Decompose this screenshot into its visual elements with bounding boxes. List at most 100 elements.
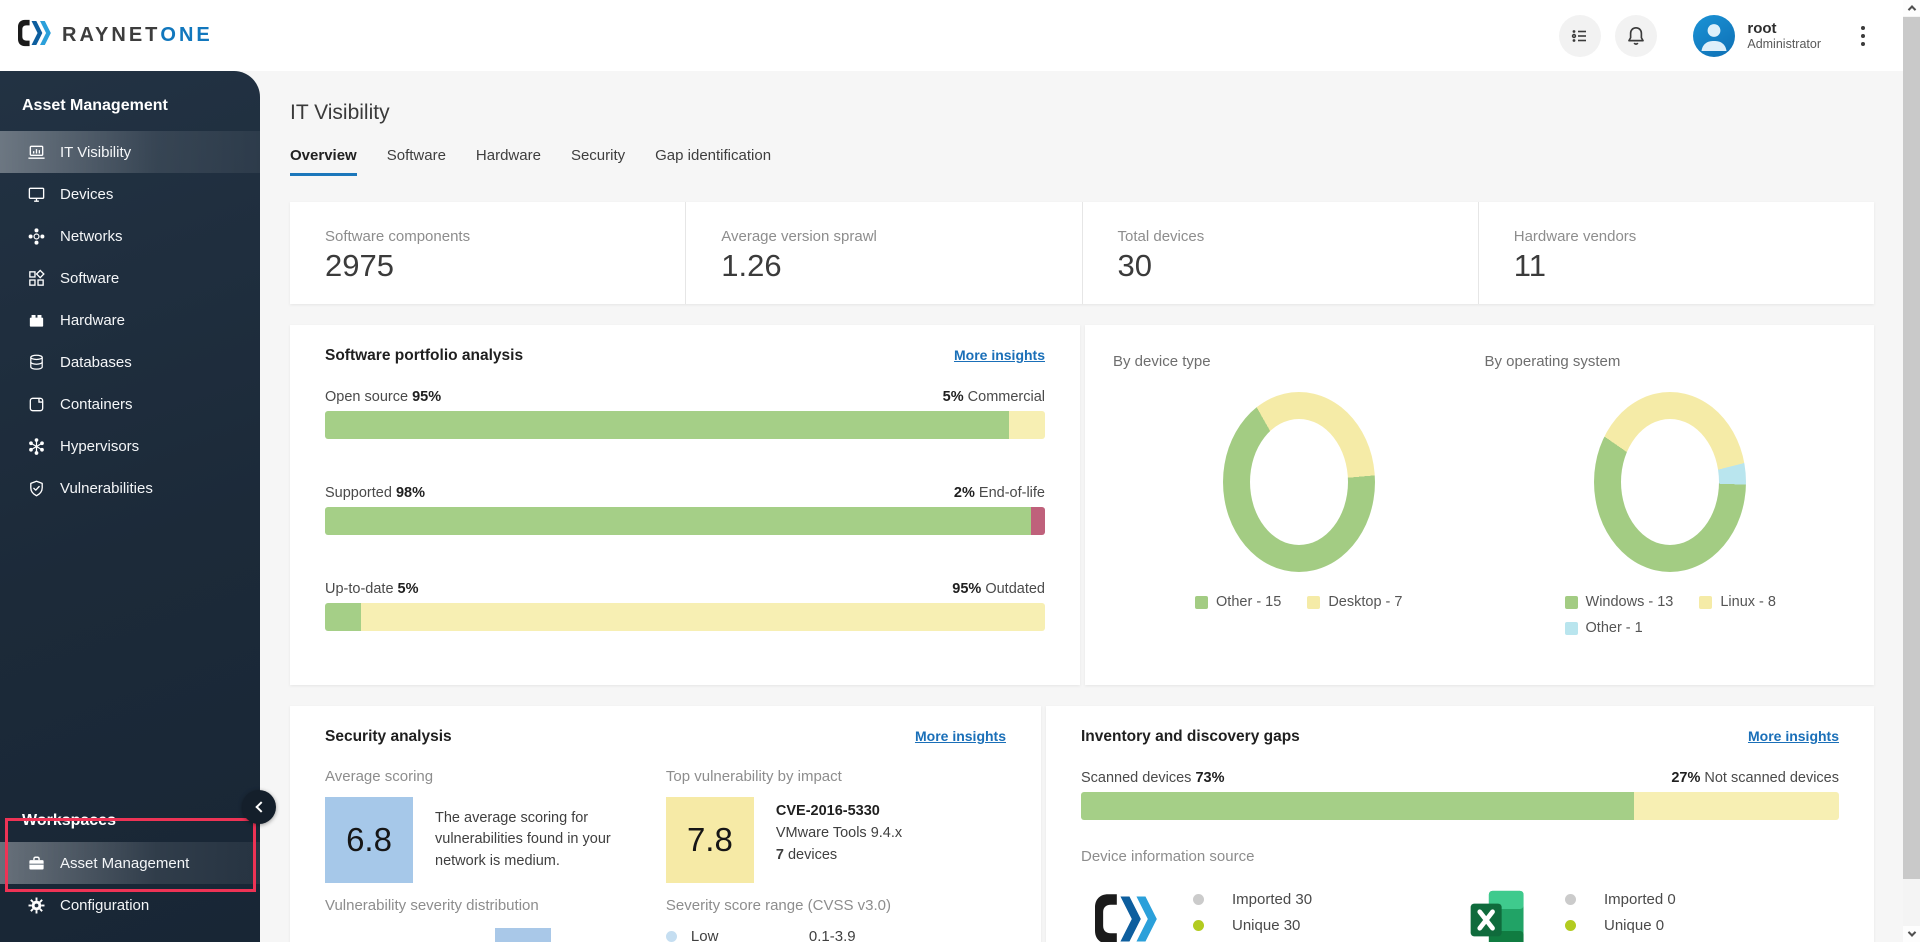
user-menu[interactable]: root Administrator [1693, 15, 1821, 57]
page-scrollbar [1903, 0, 1920, 942]
sidebar-collapse-button[interactable] [242, 790, 276, 824]
more-options-button[interactable] [1851, 20, 1875, 52]
vulnerabilities-shield-icon [26, 478, 46, 498]
workspaces-title: Workspaces [0, 798, 260, 842]
main-content: IT Visibility Overview Software Hardware… [260, 71, 1903, 942]
tab-software[interactable]: Software [387, 147, 446, 176]
up-to-date-bar [325, 603, 1045, 631]
sidebar-item-hypervisors[interactable]: Hypervisors [0, 425, 260, 467]
sidebar-item-containers[interactable]: Containers [0, 383, 260, 425]
severity-legend: Low 0.1-3.9 Medium 4.0-6.9 [666, 924, 1006, 942]
excel-logo-icon [1467, 889, 1531, 942]
open-source-bar [325, 411, 1045, 439]
card-title: Software portfolio analysis [325, 347, 523, 365]
source-row: Imported 30 [1193, 891, 1312, 908]
workspace-item-label: Configuration [60, 897, 149, 914]
chevron-left-icon [255, 801, 266, 812]
sidebar-item-label: Networks [60, 228, 123, 245]
sidebar-item-label: IT Visibility [60, 144, 131, 161]
scanned-devices-bar [1081, 792, 1839, 820]
sidebar-item-networks[interactable]: Networks [0, 215, 260, 257]
brand-logo[interactable]: RAYNETONE [18, 17, 213, 54]
brand-name: RAYNETONE [62, 24, 213, 47]
cve-device-count: 7 devices [776, 845, 902, 867]
top-vulnerability-label: Top vulnerability by impact [666, 768, 1006, 785]
scroll-down-arrow[interactable] [1903, 926, 1920, 942]
os-donut [1594, 392, 1746, 572]
card-title: Inventory and discovery gaps [1081, 728, 1300, 746]
device-sources: Imported 30 Unique 30 [1081, 889, 1839, 942]
source-row: Unique 30 [1193, 917, 1312, 934]
average-score-description: The average scoring for vulnerabilities … [435, 808, 640, 871]
scroll-up-arrow[interactable] [1903, 0, 1920, 16]
topbar: RAYNETONE [0, 0, 1903, 71]
cve-id: CVE-2016-5330 [776, 801, 902, 823]
scrollbar-thumb[interactable] [1903, 17, 1920, 879]
more-insights-link[interactable]: More insights [915, 728, 1006, 744]
software-icon [26, 268, 46, 288]
by-operating-system-chart: By operating system Windows - 13 Linux -… [1485, 325, 1875, 685]
hardware-icon [26, 310, 46, 330]
sidebar-item-databases[interactable]: Databases [0, 341, 260, 383]
sidebar: Asset Management IT Visibility Devices N… [0, 71, 260, 942]
more-insights-link[interactable]: More insights [954, 347, 1045, 363]
tab-hardware[interactable]: Hardware [476, 147, 541, 176]
device-charts-card: By device type Other - 15 Desktop - 7 By… [1085, 325, 1874, 685]
sidebar-item-it-visibility[interactable]: IT Visibility [0, 131, 260, 173]
software-portfolio-card: Software portfolio analysis More insight… [290, 325, 1080, 685]
hypervisors-icon [26, 436, 46, 456]
severity-range-label: Severity score range (CVSS v3.0) [666, 897, 1006, 914]
workspace-item-configuration[interactable]: Configuration [0, 884, 260, 926]
tab-gap-identification[interactable]: Gap identification [655, 147, 771, 176]
source-row: Imported 0 [1565, 891, 1676, 908]
os-legend: Windows - 13 Linux - 8 Other - 1 [1565, 594, 1776, 636]
page-title: IT Visibility [290, 101, 1874, 125]
up-to-date-bar-group: Up-to-date 5% 95% Outdated [325, 581, 1045, 631]
sidebar-item-label: Containers [60, 396, 133, 413]
databases-icon [26, 352, 46, 372]
security-analysis-card: Security analysis More insights Average … [290, 706, 1041, 942]
list-icon [1569, 25, 1591, 47]
notifications-button[interactable] [1615, 15, 1657, 57]
tab-security[interactable]: Security [571, 147, 625, 176]
sidebar-item-label: Vulnerabilities [60, 480, 153, 497]
raynet-logo-icon [18, 17, 52, 54]
sidebar-item-label: Hardware [60, 312, 125, 329]
sidebar-item-vulnerabilities[interactable]: Vulnerabilities [0, 467, 260, 509]
by-device-type-chart: By device type Other - 15 Desktop - 7 [1085, 325, 1485, 685]
scanned-devices-bar-group: Scanned devices 73% 27% Not scanned devi… [1081, 770, 1839, 820]
top-vulnerability-score-box: 7.8 [666, 797, 754, 883]
supported-bar [325, 507, 1045, 535]
severity-distribution-bar [495, 928, 551, 942]
average-score-box: 6.8 [325, 797, 413, 883]
sidebar-item-label: Databases [60, 354, 132, 371]
stat-software-components: Software components 2975 [290, 202, 685, 304]
source-excel: Imported 0 Unique 0 [1467, 889, 1839, 942]
device-type-donut [1223, 392, 1375, 572]
tab-overview[interactable]: Overview [290, 147, 357, 176]
sidebar-item-label: Hypervisors [60, 438, 139, 455]
workspace-item-asset-management[interactable]: Asset Management [0, 842, 260, 884]
cve-details: CVE-2016-5330 VMware Tools 9.4.x 7 devic… [776, 797, 902, 866]
networks-icon [26, 226, 46, 246]
open-source-bar-group: Open source 95% 5% Commercial [325, 389, 1045, 439]
sidebar-item-hardware[interactable]: Hardware [0, 299, 260, 341]
containers-icon [26, 394, 46, 414]
task-list-button[interactable] [1559, 15, 1601, 57]
more-insights-link[interactable]: More insights [1748, 728, 1839, 744]
cve-product: VMware Tools 9.4.x [776, 823, 902, 845]
workspace-item-label: Asset Management [60, 855, 189, 872]
user-name: root [1747, 20, 1821, 37]
stats-row: Software components 2975 Average version… [290, 202, 1874, 304]
gear-icon [26, 895, 46, 915]
inventory-gaps-card: Inventory and discovery gaps More insigh… [1046, 706, 1874, 942]
tab-bar: Overview Software Hardware Security Gap … [290, 147, 1874, 176]
source-row: Unique 0 [1565, 917, 1676, 934]
sidebar-item-devices[interactable]: Devices [0, 173, 260, 215]
it-visibility-icon [26, 142, 46, 162]
briefcase-icon [26, 853, 46, 873]
sidebar-item-software[interactable]: Software [0, 257, 260, 299]
stat-total-devices: Total devices 30 [1082, 202, 1478, 304]
devices-icon [26, 184, 46, 204]
device-type-legend: Other - 15 Desktop - 7 [1195, 594, 1402, 610]
